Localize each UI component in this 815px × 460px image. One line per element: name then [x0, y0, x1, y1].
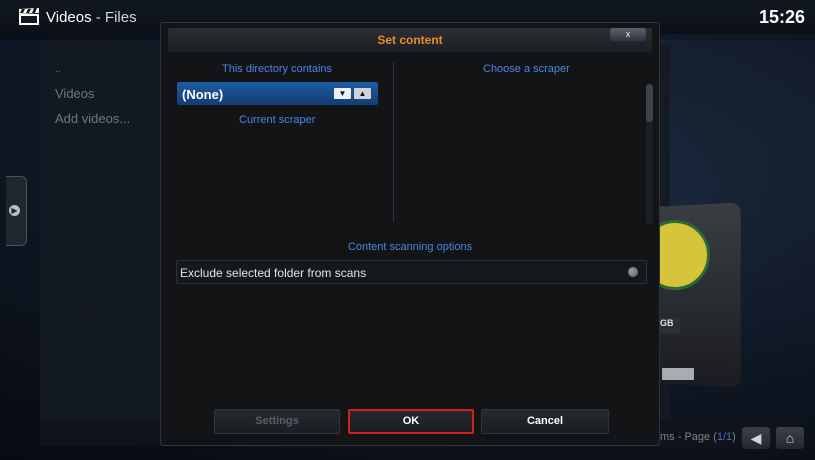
cancel-button[interactable]: Cancel — [481, 409, 609, 434]
home-icon[interactable]: ⌂ — [776, 427, 804, 449]
clapperboard-icon — [19, 8, 39, 25]
page-indicator: ms - Page (1/1) — [660, 431, 736, 443]
side-menu-icon: ▶ — [9, 205, 20, 216]
settings-button[interactable]: Settings — [214, 409, 340, 434]
drive-slot — [662, 368, 694, 380]
drive-size-label: GB — [660, 318, 680, 334]
scanning-options-heading: Content scanning options — [347, 241, 473, 253]
window-title: Videos - Files — [46, 9, 137, 26]
list-item-add-videos[interactable]: Add videos... — [55, 111, 130, 126]
back-arrow-icon[interactable]: ◀ — [742, 427, 770, 449]
scrollbar-thumb[interactable] — [646, 84, 653, 122]
directory-contains-heading: This directory contains — [222, 63, 333, 75]
content-type-value: (None) — [182, 87, 224, 102]
clock: 15:26 — [758, 7, 805, 27]
column-divider — [393, 62, 394, 222]
exclude-folder-label: Exclude selected folder from scans — [180, 266, 367, 280]
spin-down-icon[interactable]: ▼ — [334, 88, 351, 99]
list-item-parent[interactable]: .. — [55, 64, 61, 75]
choose-scraper-heading: Choose a scraper — [483, 63, 570, 75]
radio-toggle-icon[interactable] — [628, 267, 638, 277]
window-title-sub: - Files — [95, 9, 137, 26]
page-indicator-prefix: ms - Page ( — [660, 431, 717, 443]
page-indicator-suffix: ) — [732, 431, 736, 443]
ok-button[interactable]: OK — [348, 409, 474, 434]
spin-up-icon[interactable]: ▲ — [354, 88, 371, 99]
window-title-main: Videos — [46, 9, 92, 26]
close-button[interactable]: x — [610, 28, 646, 41]
current-scraper-label: Current scraper — [239, 114, 316, 126]
dialog-title: Set content — [377, 33, 443, 47]
list-item-videos[interactable]: Videos — [55, 86, 95, 101]
side-menu-tab[interactable]: ▶ — [6, 176, 27, 246]
page-number: 1/1 — [716, 431, 733, 443]
